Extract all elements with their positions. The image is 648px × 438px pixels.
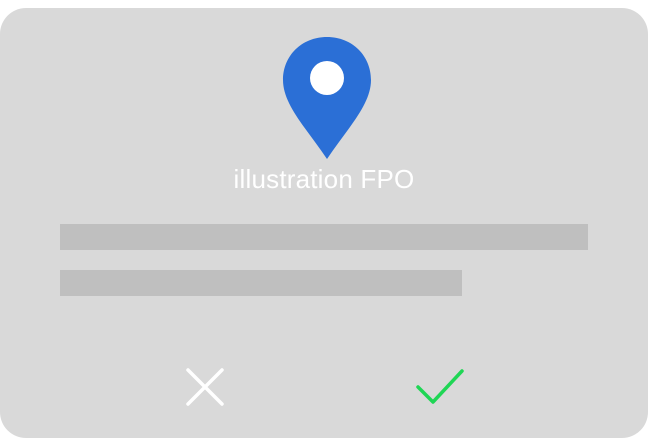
illustration-label: illustration FPO — [233, 164, 415, 194]
confirm-button[interactable] — [410, 357, 470, 417]
text-placeholder-line-1 — [60, 224, 588, 250]
map-pin-icon — [283, 37, 371, 159]
checkmark-icon — [416, 369, 464, 404]
cancel-button[interactable] — [175, 357, 235, 417]
close-icon — [186, 368, 224, 406]
text-placeholder-line-2 — [60, 270, 462, 296]
dialog-card: illustration FPO — [0, 8, 648, 438]
